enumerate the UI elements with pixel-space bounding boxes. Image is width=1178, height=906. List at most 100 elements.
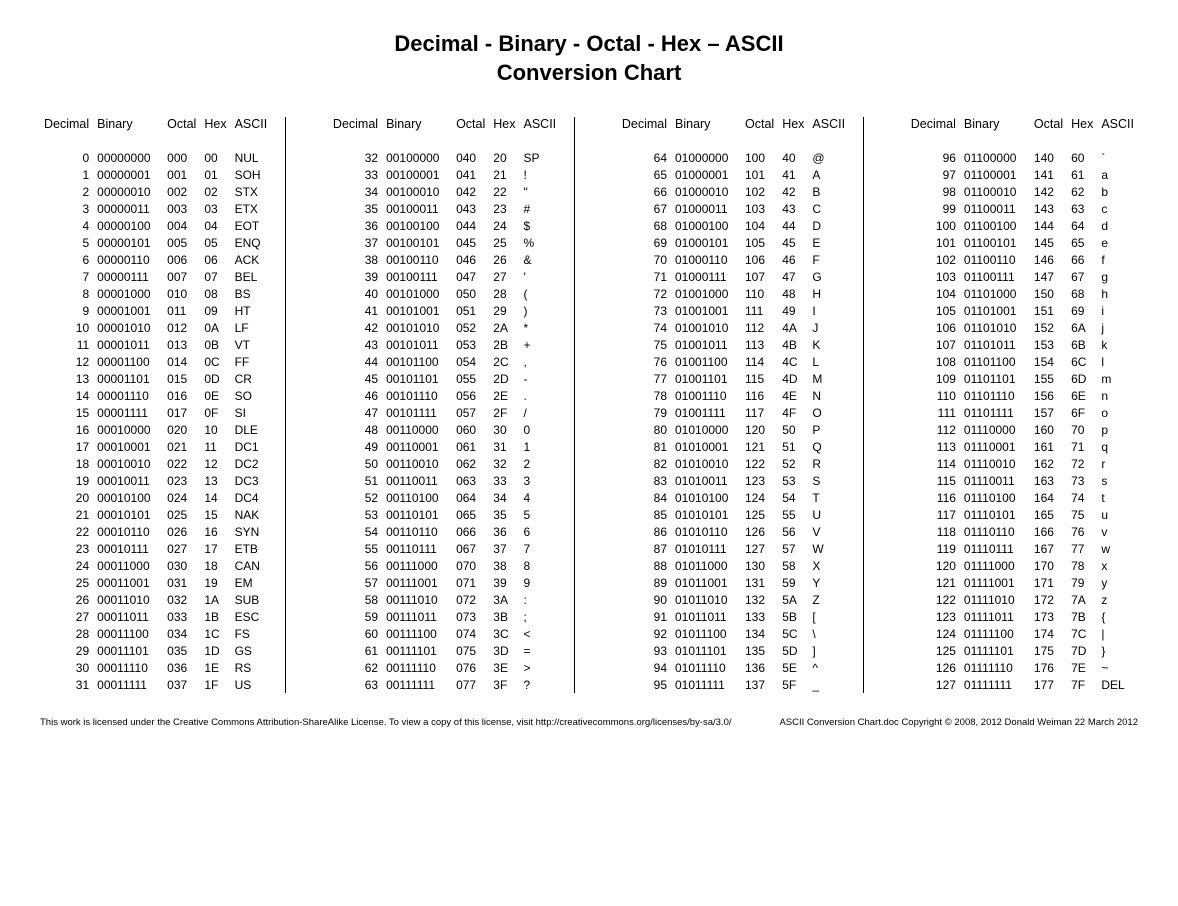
cell-binary: 00110111: [382, 540, 452, 557]
cell-ascii: NAK: [231, 506, 272, 523]
cell-decimal: 66: [618, 183, 671, 200]
cell-binary: 01001100: [671, 353, 741, 370]
cell-hex: 73: [1067, 472, 1097, 489]
cell-ascii: x: [1097, 557, 1138, 574]
cell-binary: 00010000: [93, 421, 163, 438]
cell-octal: 122: [741, 455, 778, 472]
cell-decimal: 82: [618, 455, 671, 472]
cell-hex: 29: [489, 302, 519, 319]
cell-octal: 150: [1030, 285, 1067, 302]
cell-ascii: c: [1097, 200, 1138, 217]
cell-octal: 004: [163, 217, 200, 234]
table-row: 1120111000016070p: [907, 421, 1138, 438]
cell-hex: 7A: [1067, 591, 1097, 608]
table-row: 660100001010242B: [618, 183, 849, 200]
cell-ascii: @: [808, 149, 849, 166]
cell-decimal: 3: [40, 200, 93, 217]
header-ascii: ASCII: [231, 117, 272, 149]
cell-octal: 117: [741, 404, 778, 421]
cell-ascii: a: [1097, 166, 1138, 183]
cell-decimal: 90: [618, 591, 671, 608]
cell-ascii: ,: [520, 353, 561, 370]
cell-hex: 28: [489, 285, 519, 302]
cell-binary: 00111000: [382, 557, 452, 574]
cell-hex: 66: [1067, 251, 1097, 268]
table-row: 1010110010114565e: [907, 234, 1138, 251]
table-row: 1130111000116171q: [907, 438, 1138, 455]
cell-binary: 01010111: [671, 540, 741, 557]
cell-hex: 7B: [1067, 608, 1097, 625]
cell-ascii: _: [808, 676, 849, 693]
cell-octal: 046: [452, 251, 489, 268]
cell-decimal: 109: [907, 370, 960, 387]
cell-binary: 01100111: [960, 268, 1030, 285]
cell-binary: 00101111: [382, 404, 452, 421]
cell-binary: 00011101: [93, 642, 163, 659]
table-row: 320010000004020SP: [329, 149, 560, 166]
cell-ascii: q: [1097, 438, 1138, 455]
table-row: 108011011001546Cl: [907, 353, 1138, 370]
cell-binary: 01111000: [960, 557, 1030, 574]
cell-ascii: 8: [520, 557, 561, 574]
table-row: 250001100103119EM: [40, 574, 271, 591]
table-row: 106011010101526Aj: [907, 319, 1138, 336]
cell-octal: 113: [741, 336, 778, 353]
cell-binary: 01000110: [671, 251, 741, 268]
cell-octal: 123: [741, 472, 778, 489]
cell-decimal: 121: [907, 574, 960, 591]
cell-ascii: F: [808, 251, 849, 268]
cell-decimal: 115: [907, 472, 960, 489]
cell-hex: 62: [1067, 183, 1097, 200]
cell-hex: 58: [778, 557, 808, 574]
cell-hex: 3C: [489, 625, 519, 642]
cell-hex: 74: [1067, 489, 1097, 506]
cell-binary: 00010011: [93, 472, 163, 489]
column-2: Decimal Binary Octal Hex ASCII 640100000…: [604, 117, 864, 693]
cell-hex: 6A: [1067, 319, 1097, 336]
cell-decimal: 34: [329, 183, 382, 200]
title-line-2: Conversion Chart: [40, 59, 1138, 88]
cell-binary: 00001000: [93, 285, 163, 302]
cell-octal: 000: [163, 149, 200, 166]
cell-octal: 162: [1030, 455, 1067, 472]
cell-hex: 14: [200, 489, 230, 506]
cell-decimal: 16: [40, 421, 93, 438]
cell-decimal: 39: [329, 268, 382, 285]
cell-ascii: DC1: [231, 438, 272, 455]
cell-ascii: DC4: [231, 489, 272, 506]
cell-hex: 06: [200, 251, 230, 268]
table-row: 76010011001144CL: [618, 353, 849, 370]
cell-octal: 003: [163, 200, 200, 217]
cell-decimal: 87: [618, 540, 671, 557]
cell-ascii: *: [520, 319, 561, 336]
table-row: 15000011110170FSI: [40, 404, 271, 421]
cell-decimal: 84: [618, 489, 671, 506]
table-row: 4900110001061311: [329, 438, 560, 455]
cell-hex: 3F: [489, 676, 519, 693]
cell-binary: 00110001: [382, 438, 452, 455]
cell-hex: 1B: [200, 608, 230, 625]
cell-binary: 01100100: [960, 217, 1030, 234]
cell-ascii: i: [1097, 302, 1138, 319]
cell-hex: 24: [489, 217, 519, 234]
cell-hex: 7F: [1067, 676, 1097, 693]
cell-ascii: DC3: [231, 472, 272, 489]
cell-hex: 6B: [1067, 336, 1097, 353]
cell-hex: 4F: [778, 404, 808, 421]
cell-octal: 166: [1030, 523, 1067, 540]
cell-octal: 173: [1030, 608, 1067, 625]
cell-hex: 5B: [778, 608, 808, 625]
cell-binary: 01101001: [960, 302, 1030, 319]
cell-hex: 60: [1067, 149, 1097, 166]
cell-binary: 01010110: [671, 523, 741, 540]
cell-decimal: 69: [618, 234, 671, 251]
table-row: 870101011112757W: [618, 540, 849, 557]
table-row: 980110001014262b: [907, 183, 1138, 200]
cell-decimal: 81: [618, 438, 671, 455]
cell-binary: 00100010: [382, 183, 452, 200]
cell-decimal: 42: [329, 319, 382, 336]
cell-decimal: 59: [329, 608, 382, 625]
table-row: 820101001012252R: [618, 455, 849, 472]
cell-hex: 0C: [200, 353, 230, 370]
cell-ascii: 1: [520, 438, 561, 455]
